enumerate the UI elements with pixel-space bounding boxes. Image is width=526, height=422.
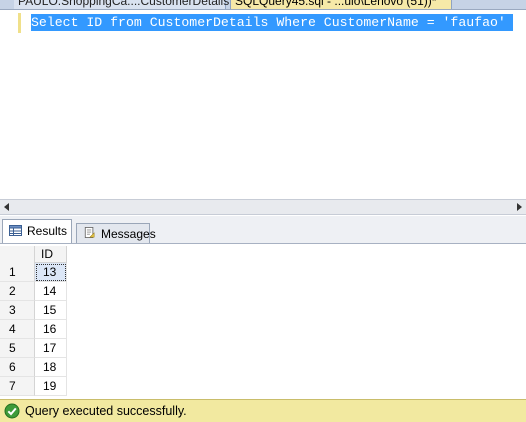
id-cell[interactable]: 13 (35, 263, 67, 282)
table-row[interactable]: 1 13 (0, 263, 68, 282)
grid-icon (9, 225, 22, 236)
id-cell[interactable]: 16 (35, 320, 67, 339)
tab-messages-label: Messages (101, 227, 156, 241)
row-number[interactable]: 1 (0, 263, 35, 282)
table-row[interactable]: 7 19 (0, 377, 68, 396)
row-number[interactable]: 5 (0, 339, 35, 358)
row-number[interactable]: 7 (0, 377, 35, 396)
status-bar: Query executed successfully. (0, 399, 526, 422)
table-row[interactable]: 2 14 (0, 282, 68, 301)
scroll-left-arrow-icon[interactable] (4, 203, 9, 211)
table-row[interactable]: 3 15 (0, 301, 68, 320)
column-header-id[interactable]: ID (35, 246, 67, 263)
row-number[interactable]: 4 (0, 320, 35, 339)
scroll-right-arrow-icon[interactable] (517, 203, 522, 211)
document-tab-customerdetails[interactable]: PAULO.ShoppingCa....CustomerDetails (14, 0, 229, 9)
query-editor[interactable]: Select ID from CustomerDetails Where Cus… (0, 9, 526, 199)
success-check-icon (4, 403, 20, 419)
query-text-selected[interactable]: Select ID from CustomerDetails Where Cus… (31, 14, 513, 31)
modified-line-marker (18, 13, 21, 33)
editor-horizontal-scrollbar[interactable] (0, 199, 526, 215)
row-number[interactable]: 2 (0, 282, 35, 301)
id-cell[interactable]: 18 (35, 358, 67, 377)
id-cell[interactable]: 19 (35, 377, 67, 396)
results-tab-strip: Results Messages (0, 216, 526, 244)
id-cell[interactable]: 15 (35, 301, 67, 320)
id-cell[interactable]: 14 (35, 282, 67, 301)
table-row[interactable]: 5 17 (0, 339, 68, 358)
id-cell[interactable]: 17 (35, 339, 67, 358)
tab-messages[interactable]: Messages (76, 223, 156, 243)
table-row[interactable]: 6 18 (0, 358, 68, 377)
row-number[interactable]: 6 (0, 358, 35, 377)
document-tab-strip: PAULO.ShoppingCa....CustomerDetails SQLQ… (0, 0, 526, 9)
status-message: Query executed successfully. (25, 404, 187, 418)
document-tab-sqlquery[interactable]: SQLQuery45.sql - ...ulo\Lenovo (51))* (230, 0, 452, 9)
message-document-icon (84, 227, 95, 238)
tab-results-label: Results (27, 224, 68, 238)
tab-results[interactable]: Results (2, 219, 72, 243)
results-grid[interactable]: ID 1 13 2 14 3 15 4 16 5 17 6 18 7 19 (0, 244, 526, 399)
table-row[interactable]: 4 16 (0, 320, 68, 339)
row-number[interactable]: 3 (0, 301, 35, 320)
grid-select-all-corner[interactable] (0, 246, 35, 264)
